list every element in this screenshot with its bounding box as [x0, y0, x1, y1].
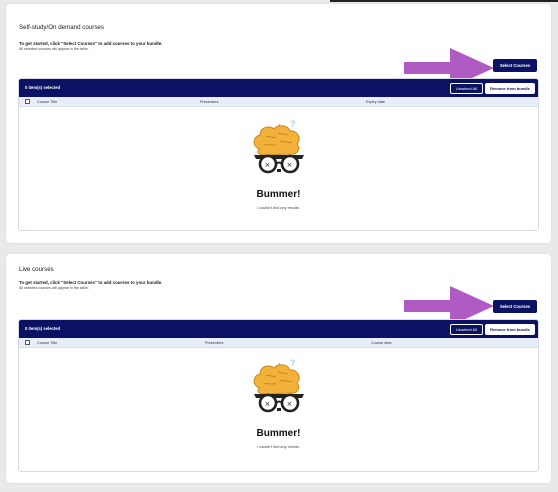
empty-state: ? × × Bummer! I couldn't find any result…: [19, 107, 538, 230]
top-divider: [330, 0, 558, 2]
selected-count: 0 item(s) selected: [25, 326, 61, 331]
courses-table: 0 item(s) selected Unselect All Remove f…: [18, 319, 539, 472]
svg-text:×: ×: [286, 400, 292, 408]
confused-brain-icon: ? × ×: [253, 119, 304, 174]
section-title: Live courses: [19, 266, 54, 273]
table-header: Course Title Presenters Course date: [19, 338, 538, 348]
select-courses-button[interactable]: Select Courses: [493, 300, 537, 313]
select-courses-button[interactable]: Select Courses: [493, 59, 537, 72]
section-sub-text: All selected courses will appear in the …: [19, 47, 89, 51]
empty-state-title: Bummer!: [256, 428, 301, 439]
column-header-course-date[interactable]: Course date: [371, 341, 392, 345]
unselect-all-button[interactable]: Unselect All: [450, 323, 483, 335]
section-help-text: To get started, click "Select Courses" t…: [19, 41, 163, 46]
table-action-bar: 0 item(s) selected Unselect All Remove f…: [19, 79, 538, 97]
section-title: Self-study/On demand courses: [19, 24, 104, 31]
courses-table: 0 item(s) selected Unselect All Remove f…: [18, 78, 539, 231]
section-help-text: To get started, click "Select Courses" t…: [19, 280, 163, 285]
empty-state-text: I couldn't find any results.: [257, 206, 300, 210]
unselect-all-button[interactable]: Unselect All: [450, 82, 483, 94]
checkbox-icon[interactable]: [25, 340, 30, 345]
column-header-presenters[interactable]: Presenters: [200, 100, 218, 104]
svg-text:?: ?: [290, 358, 296, 368]
column-header-expiry-date[interactable]: Expiry date: [366, 100, 385, 104]
empty-state-text: I couldn't find any results.: [257, 445, 300, 449]
svg-text:×: ×: [286, 161, 292, 169]
svg-text:×: ×: [264, 400, 270, 408]
section-sub-text: All selected courses will appear in the …: [19, 286, 89, 290]
remove-from-bundle-button[interactable]: Remove from bundle: [485, 82, 535, 94]
column-header-course-title[interactable]: Course Title: [37, 100, 57, 104]
column-header-course-title[interactable]: Course Title: [37, 341, 57, 345]
live-courses-panel: Live courses To get started, click "Sele…: [6, 254, 551, 483]
checkbox-icon[interactable]: [25, 99, 30, 104]
table-action-bar: 0 item(s) selected Unselect All Remove f…: [19, 320, 538, 338]
column-header-presenters[interactable]: Presenters: [205, 341, 223, 345]
selected-count: 0 item(s) selected: [25, 85, 61, 90]
empty-state: ? × × Bummer! I couldn't find any result…: [19, 348, 538, 471]
remove-from-bundle-button[interactable]: Remove from bundle: [485, 323, 535, 335]
svg-text:?: ?: [290, 119, 296, 129]
confused-brain-icon: ? × ×: [253, 358, 304, 413]
table-header: Course Title Presenters Expiry date: [19, 97, 538, 107]
empty-state-title: Bummer!: [256, 189, 301, 200]
svg-text:×: ×: [264, 161, 270, 169]
self-study-panel: Self-study/On demand courses To get star…: [6, 4, 551, 243]
